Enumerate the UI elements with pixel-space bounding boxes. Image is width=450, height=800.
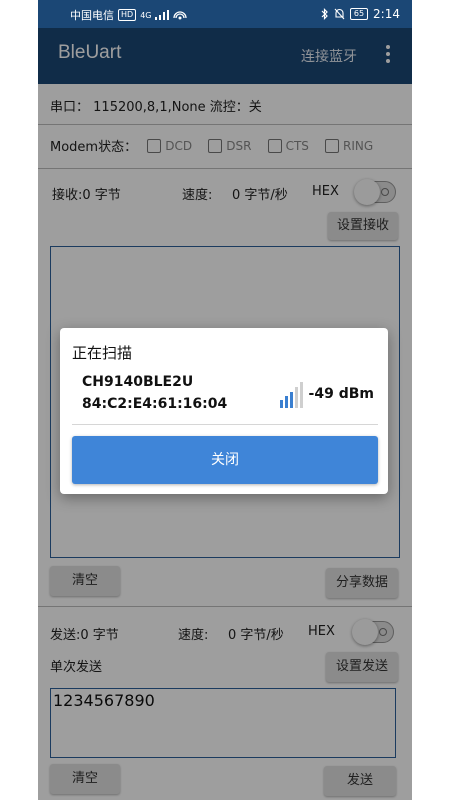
dialog-title: 正在扫描: [72, 344, 133, 362]
status-right: 65 2:14: [321, 7, 400, 21]
hd-badge: HD: [118, 9, 137, 21]
battery-icon: 65: [349, 8, 369, 20]
signal-strength-icon: [280, 382, 303, 408]
clock-text: 2:14: [373, 7, 400, 21]
scan-dialog: 正在扫描 CH9140BLE2U 84:C2:E4:61:16:04 -49 d…: [60, 328, 388, 494]
dialog-divider: [72, 424, 378, 425]
carrier-text: 中国电信: [70, 9, 114, 22]
device-name: CH9140BLE2U: [82, 374, 194, 390]
mute-bell-icon: [334, 8, 345, 20]
status-left: 中国电信 HD 4G: [70, 7, 188, 23]
phone-screen: 中国电信 HD 4G 65 2:14 BleUart 连接蓝牙 串口： 1152…: [38, 0, 412, 800]
device-rssi: -49 dBm: [308, 386, 374, 402]
hotspot-icon: [173, 11, 188, 20]
device-mac: 84:C2:E4:61:16:04: [82, 396, 228, 412]
bluetooth-icon: [321, 8, 328, 20]
signal-bars-icon: [155, 10, 170, 20]
network-type: 4G: [140, 10, 152, 20]
status-bar: 中国电信 HD 4G 65 2:14: [38, 0, 412, 28]
close-dialog-button[interactable]: 关闭: [72, 436, 378, 484]
